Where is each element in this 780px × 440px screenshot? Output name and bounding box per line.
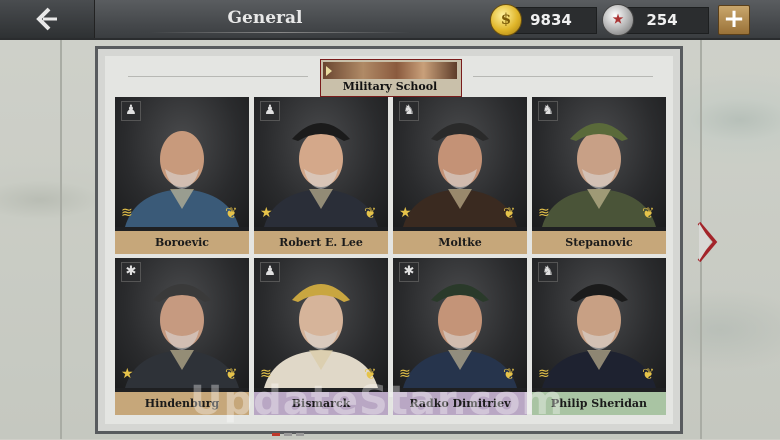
cavalry-icon: ♞ (538, 262, 558, 282)
general-card[interactable]: ♟ ★ ❦ Robert E. Lee (254, 97, 388, 254)
infantry-icon: ♟ (260, 101, 280, 121)
general-card[interactable]: ♞ ≋ ❦ Stepanovic (532, 97, 666, 254)
laurel-icon: ❦ (642, 365, 655, 383)
back-arrow-icon (36, 7, 57, 31)
title-underline (150, 32, 410, 33)
page-dot[interactable] (272, 433, 280, 436)
top-bar: General 9834 $ 254 ★ + (0, 0, 780, 40)
general-card[interactable]: ♞ ★ ❦ Moltke (393, 97, 527, 254)
military-school-tab[interactable]: Military School (320, 59, 462, 97)
general-name: Moltke (393, 231, 527, 254)
artillery-icon: ✱ (121, 262, 141, 282)
infantry-icon: ♟ (121, 101, 141, 121)
general-name: Stepanovic (532, 231, 666, 254)
artillery-icon: ✱ (399, 262, 419, 282)
laurel-icon: ❦ (642, 204, 655, 222)
banner-image (323, 62, 457, 79)
watermark: UpdateStar.com (190, 378, 564, 424)
gold-coin-icon: $ (490, 4, 522, 36)
general-name: Boroevic (115, 231, 249, 254)
infantry-icon: ♟ (260, 262, 280, 282)
banner-arrow-icon (326, 66, 332, 76)
laurel-icon: ❦ (503, 204, 516, 222)
banner-label: Military School (342, 80, 438, 93)
map-border-line (60, 40, 62, 439)
chevron-right-icon (697, 221, 718, 263)
star-rank-icon: ★ (399, 205, 412, 221)
decorative-line-left (128, 76, 308, 77)
general-name: Robert E. Lee (254, 231, 388, 254)
next-page-arrow[interactable] (696, 220, 718, 268)
medal-coin-icon: ★ (602, 4, 634, 36)
general-card[interactable]: ♟ ≋ ❦ Boroevic (115, 97, 249, 254)
add-currency-button[interactable]: + (718, 5, 750, 35)
page-dot[interactable] (284, 433, 292, 436)
cavalry-icon: ♞ (399, 101, 419, 121)
cavalry-icon: ♞ (538, 101, 558, 121)
back-button[interactable] (0, 0, 95, 38)
laurel-icon: ❦ (225, 204, 238, 222)
chevron-rank-icon: ≋ (538, 205, 550, 221)
star-rank-icon: ★ (121, 366, 134, 382)
decorative-line-right (473, 76, 653, 77)
star-rank-icon: ★ (260, 205, 273, 221)
laurel-icon: ❦ (364, 204, 377, 222)
chevron-rank-icon: ≋ (121, 205, 133, 221)
page-dot[interactable] (296, 433, 304, 436)
